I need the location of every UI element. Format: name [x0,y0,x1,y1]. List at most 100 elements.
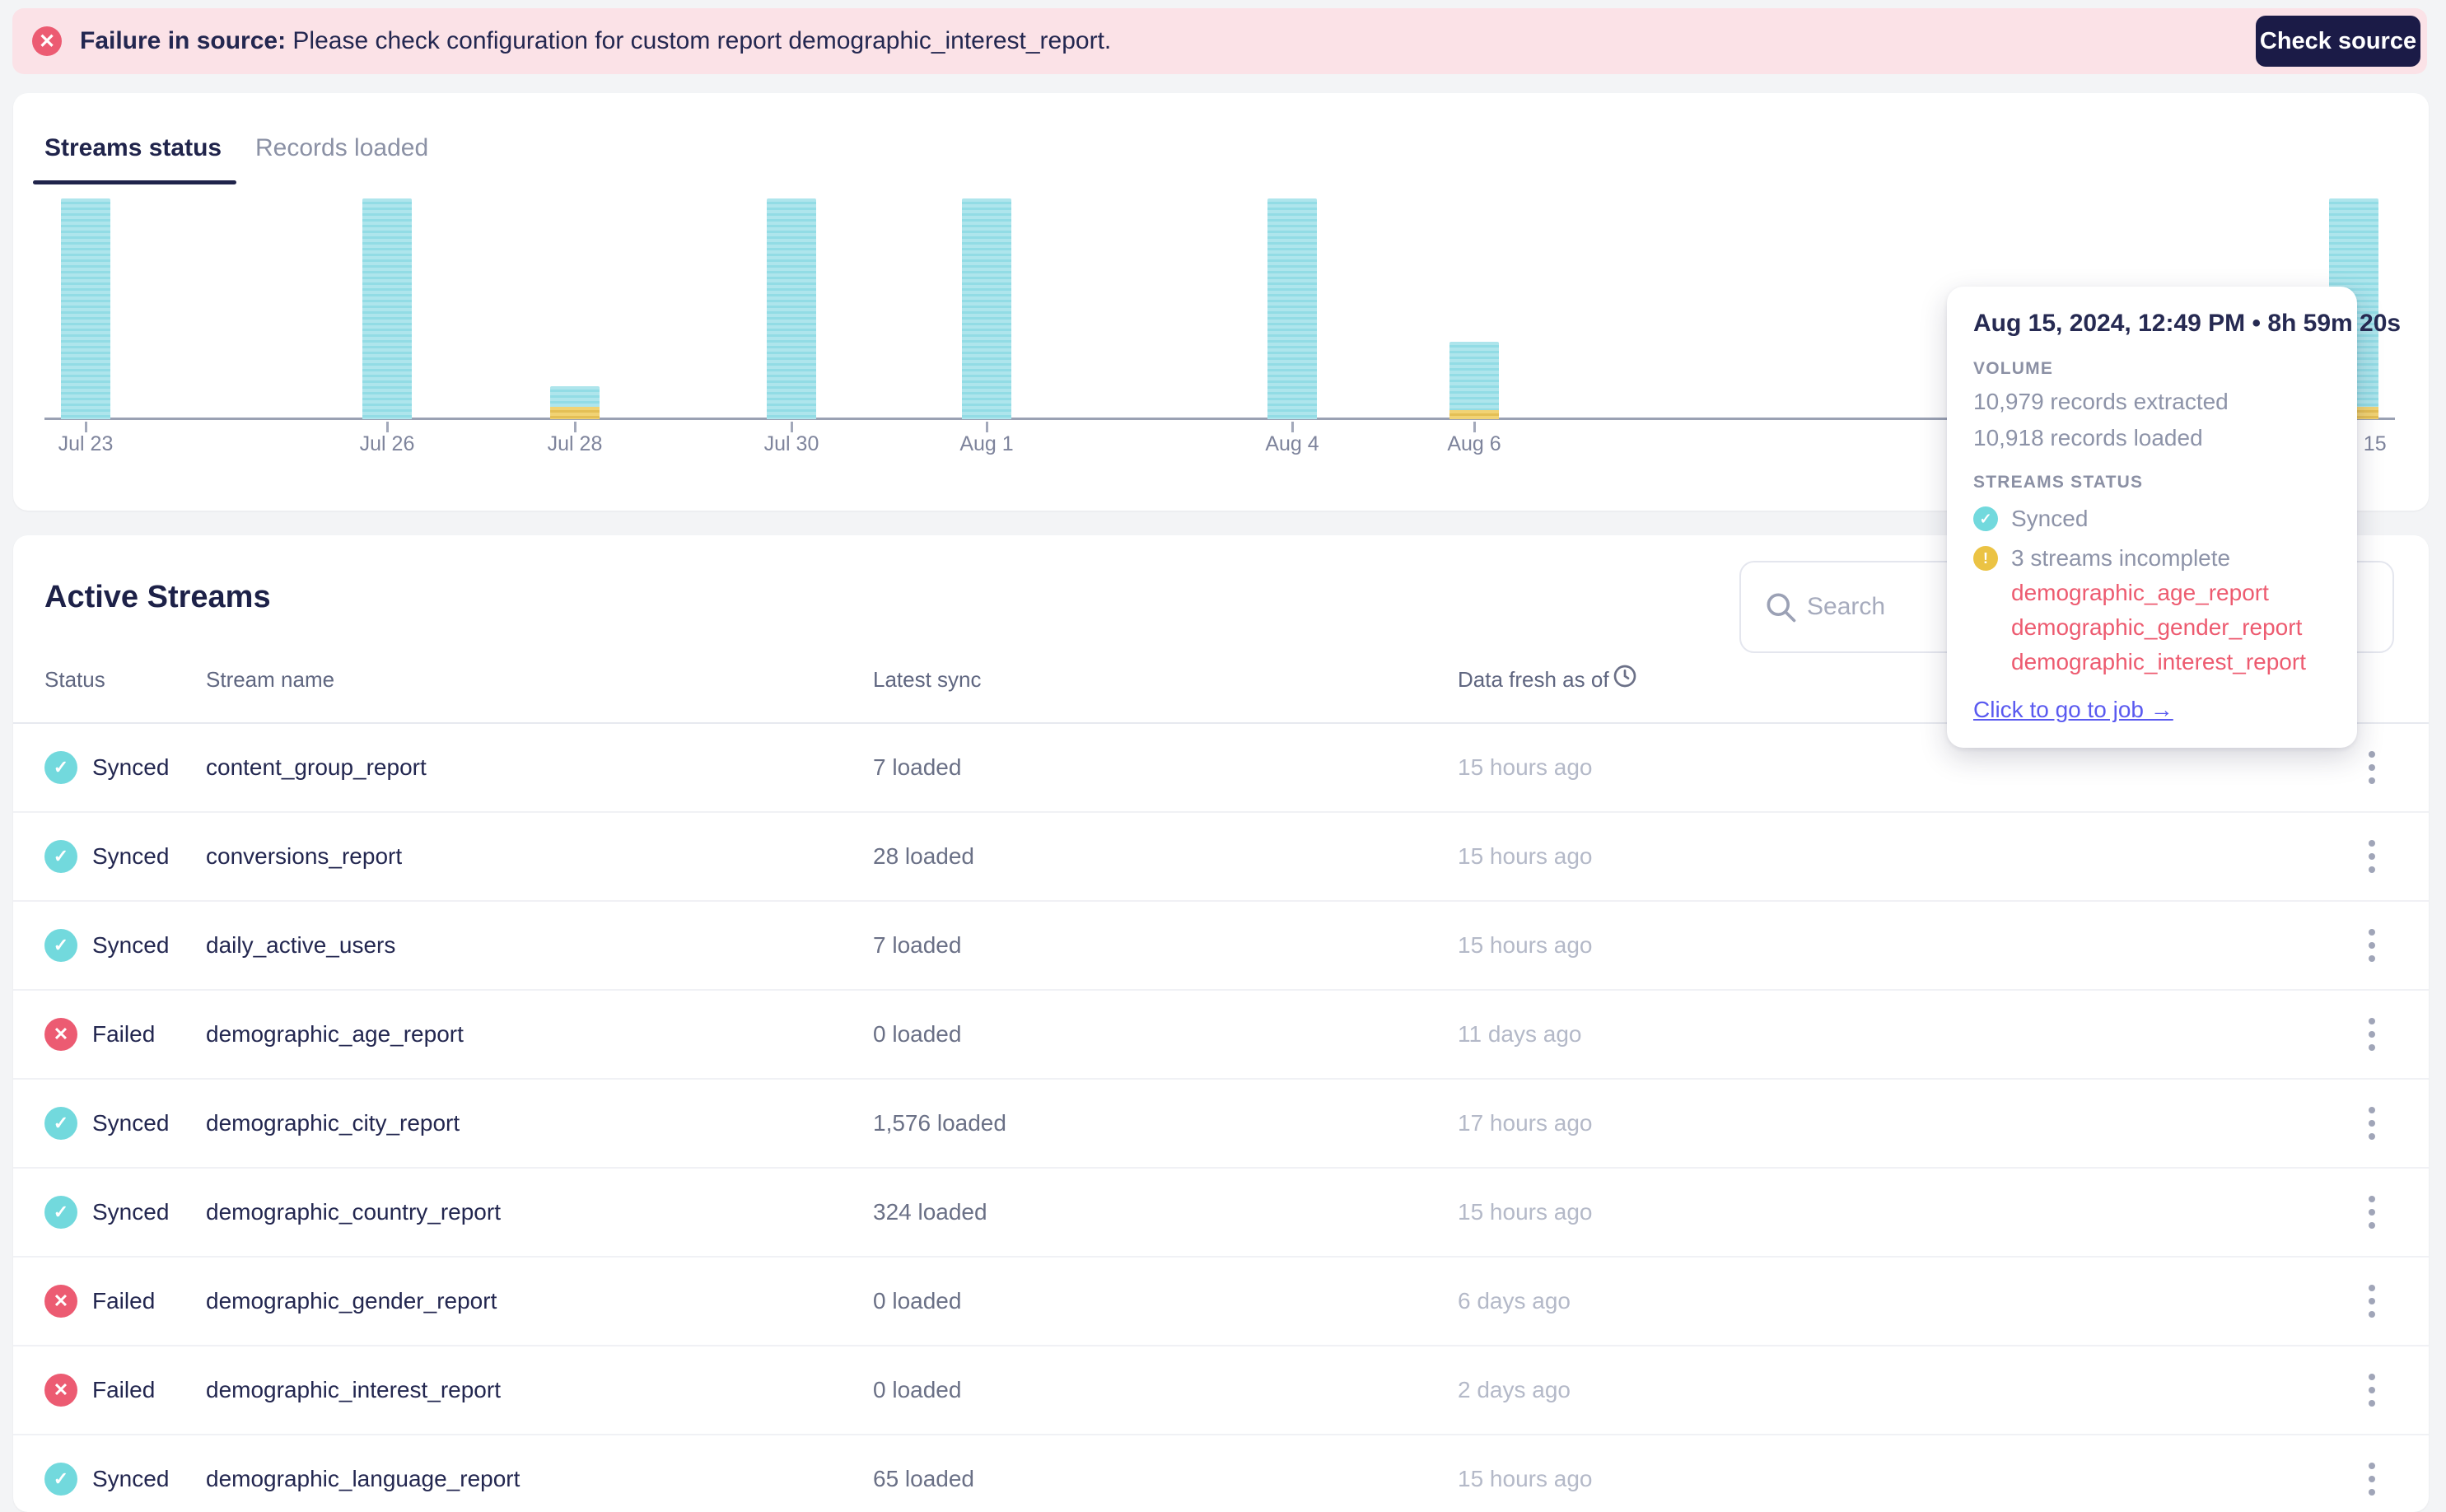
row-menu-button[interactable] [2360,832,2383,881]
stream-name: conversions_report [206,843,403,869]
status-synced-icon: ✓ [44,929,77,962]
stream-name: content_group_report [206,754,427,780]
active-streams-title: Active Streams [44,580,271,614]
bar-synced-segment [550,386,600,407]
incomplete-stream-link[interactable]: demographic_interest_report [2011,649,2331,675]
chart-bar-aug-1[interactable] [962,198,1011,419]
check-circle-icon: ✓ [1973,506,1998,531]
axis-tick-label: Jul 30 [763,432,819,455]
row-menu-button[interactable] [2360,743,2383,792]
table-row-demographic_city_report: ✓ Synced demographic_city_report 1,576 load… [13,1080,2429,1169]
table-row-demographic_interest_report: ✕ Failed demographic_interest_report 0 load… [13,1346,2429,1435]
error-banner-message-bold: Failure in source: [80,27,287,54]
data-fresh-value: 15 hours ago [1458,843,1593,869]
tooltip-volume-label: VOLUME [1973,359,2054,378]
status-label: Synced [92,843,170,869]
latest-sync-value: 1,576 loaded [873,1110,1006,1136]
streams-table: ✓ Synced content_group_report 7 loaded 15 ho… [13,724,2429,1512]
axis-tick-label: Aug 1 [959,432,1014,455]
chart-bar-jul-28[interactable] [550,386,600,419]
incomplete-stream-link[interactable]: demographic_age_report [2011,580,2331,606]
axis-tick [85,422,87,432]
axis-tick-label: Jul 23 [58,432,114,455]
bar-incomplete-segment [550,407,600,419]
tooltip-incomplete-row: ! 3 streams incomplete [1973,545,2331,572]
warning-circle-icon: ! [1973,546,1998,571]
table-row-demographic_age_report: ✕ Failed demographic_age_report 0 loaded 11 … [13,991,2429,1080]
bar-synced-segment [767,198,816,419]
incomplete-stream-link[interactable]: demographic_gender_report [2011,614,2331,641]
chart-bar-jul-23[interactable] [61,198,110,419]
status-synced-icon: ✓ [44,751,77,784]
row-menu-button[interactable] [2360,1365,2383,1415]
status-label: Failed [92,1377,156,1402]
tooltip-records-extracted: 10,979 records extracted [1973,389,2229,414]
latest-sync-value: 0 loaded [873,1021,962,1047]
table-row-demographic_language_report: ✓ Synced demographic_language_report 65 loa… [13,1435,2429,1512]
data-fresh-value: 11 days ago [1458,1021,1582,1047]
row-menu-button[interactable] [2360,1188,2383,1237]
table-row-demographic_gender_report: ✕ Failed demographic_gender_report 0 loaded… [13,1258,2429,1346]
row-menu-button[interactable] [2360,1276,2383,1326]
tooltip-streams-status-label: STREAMS STATUS [1973,473,2144,492]
status-synced-icon: ✓ [44,840,77,873]
status-failed-icon: ✕ [44,1285,77,1318]
col-header-latest-sync: Latest sync [873,667,982,692]
data-fresh-value: 2 days ago [1458,1377,1571,1402]
error-banner-message: Failure in source: Please check configur… [80,27,1111,55]
chart-bar-aug-4[interactable] [1267,198,1317,419]
col-header-data-fresh: Data fresh as of [1458,667,1609,692]
stream-name: demographic_language_report [206,1466,520,1491]
status-label: Failed [92,1021,156,1047]
sync-tooltip: Aug 15, 2024, 12:49 PM • 8h 59m 20s VOLU… [1947,287,2402,748]
stream-name: demographic_gender_report [206,1288,497,1314]
status-label: Synced [92,932,170,958]
tooltip-title: Aug 15, 2024, 12:49 PM • 8h 59m 20s [1973,310,2402,337]
axis-tick-label: Jul 28 [547,432,603,455]
axis-tick [574,422,576,432]
bar-synced-segment [61,198,110,419]
table-row-daily_active_users: ✓ Synced daily_active_users 7 loaded 15 hour… [13,902,2429,991]
chart-bar-jul-30[interactable] [767,198,816,419]
status-label: Failed [92,1288,156,1314]
axis-tick [386,422,389,432]
status-label: Synced [92,754,170,780]
data-fresh-value: 15 hours ago [1458,932,1593,958]
bar-incomplete-segment [1449,410,1499,419]
status-label: Synced [92,1110,170,1136]
tooltip-synced-label: Synced [2011,506,2089,531]
data-fresh-value: 15 hours ago [1458,1199,1593,1225]
chart-bar-jul-26[interactable] [362,198,412,419]
tooltip-incomplete-label: 3 streams incomplete [2011,545,2231,571]
latest-sync-value: 324 loaded [873,1199,987,1225]
latest-sync-value: 0 loaded [873,1377,962,1402]
bar-synced-segment [362,198,412,419]
bar-synced-segment [1267,198,1317,419]
latest-sync-value: 7 loaded [873,932,962,958]
tooltip-records-loaded: 10,918 records loaded [1973,425,2203,450]
tooltip-synced-row: ✓ Synced [1973,506,2331,532]
error-banner-message-rest: Please check configuration for custom re… [286,27,1112,54]
axis-tick [1291,422,1294,432]
error-circle-icon: ✕ [32,26,62,56]
stream-name: demographic_age_report [206,1021,464,1047]
stream-name: demographic_city_report [206,1110,460,1136]
latest-sync-value: 7 loaded [873,754,962,780]
latest-sync-value: 0 loaded [873,1288,962,1314]
row-menu-button[interactable] [2360,1010,2383,1059]
status-synced-icon: ✓ [44,1107,77,1140]
status-synced-icon: ✓ [44,1463,77,1496]
table-row-conversions_report: ✓ Synced conversions_report 28 loaded 15 hou… [13,813,2429,902]
row-menu-button[interactable] [2360,1454,2383,1504]
row-menu-button[interactable] [2360,921,2383,970]
error-banner: ✕ Failure in source: Please check config… [12,8,2427,74]
check-source-button[interactable]: Check source [2256,16,2420,67]
go-to-job-link[interactable]: Click to go to job → [1973,697,2173,723]
chart-bar-aug-6[interactable] [1449,342,1499,419]
row-menu-button[interactable] [2360,1099,2383,1148]
bar-synced-segment [1449,342,1499,410]
status-label: Synced [92,1466,170,1491]
latest-sync-value: 65 loaded [873,1466,975,1491]
col-header-status: Status [44,667,105,692]
axis-tick [791,422,793,432]
